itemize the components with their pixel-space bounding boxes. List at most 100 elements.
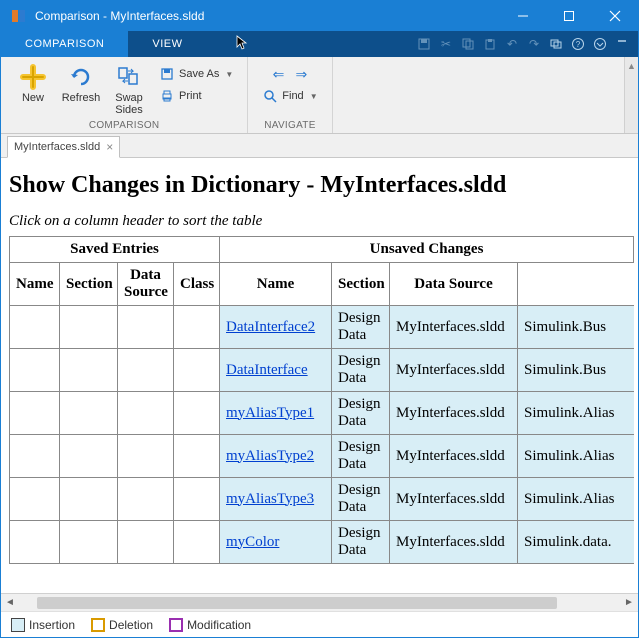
col-source-left[interactable]: Data Source: [118, 263, 174, 306]
scroll-left-icon[interactable]: ◄: [1, 597, 19, 608]
cell-name-right: myAliasType3: [220, 478, 332, 521]
legend-deletion: Deletion: [91, 618, 153, 632]
cell-source-left: [118, 478, 174, 521]
qa-paste-icon[interactable]: [480, 34, 500, 54]
cell-class-left: [174, 349, 220, 392]
entry-link[interactable]: myAliasType3: [226, 491, 314, 507]
swap-sides-button[interactable]: Swap Sides: [107, 61, 151, 118]
window-controls: [500, 1, 638, 31]
entry-link[interactable]: myColor: [226, 534, 279, 550]
qa-redo-icon[interactable]: ↷: [524, 34, 544, 54]
document-tab-label: MyInterfaces.sldd: [14, 141, 100, 153]
qa-help-icon[interactable]: ?: [568, 34, 588, 54]
ribbon-collapse-handle[interactable]: ▲: [624, 57, 638, 133]
entry-link[interactable]: myAliasType1: [226, 405, 314, 421]
cell-source-left: [118, 392, 174, 435]
cell-section-left: [60, 521, 118, 564]
cell-source-right: MyInterfaces.sldd: [390, 435, 518, 478]
tab-view[interactable]: VIEW: [128, 31, 206, 57]
cursor-icon: [236, 35, 248, 54]
cell-source-right: MyInterfaces.sldd: [390, 478, 518, 521]
cell-section-right: Design Data: [332, 349, 390, 392]
ribbon: New Refresh Swap Sides Save As▼: [1, 57, 638, 134]
cell-section-left: [60, 349, 118, 392]
table-row: myAliasType3 Design DataMyInterfaces.sldd…: [10, 478, 634, 521]
col-section-right[interactable]: Section: [332, 263, 390, 306]
cell-section-right: Design Data: [332, 306, 390, 349]
chevron-down-icon: ▼: [225, 70, 233, 79]
cell-class-right: Simulink.Alias: [518, 435, 634, 478]
col-group-saved[interactable]: Saved Entries: [10, 237, 220, 263]
cell-name-right: DataInterface: [220, 349, 332, 392]
col-name-left[interactable]: Name: [10, 263, 60, 306]
col-source-right[interactable]: Data Source: [390, 263, 518, 306]
svg-text:?: ?: [576, 40, 581, 49]
cell-class-left: [174, 392, 220, 435]
cell-source-right: MyInterfaces.sldd: [390, 306, 518, 349]
cell-source-right: MyInterfaces.sldd: [390, 521, 518, 564]
qa-more-icon[interactable]: [590, 34, 610, 54]
qa-undo-icon[interactable]: ↶: [502, 34, 522, 54]
col-group-unsaved[interactable]: Unsaved Changes: [220, 237, 634, 263]
maximize-button[interactable]: [546, 1, 592, 31]
qa-windows-icon[interactable]: [546, 34, 566, 54]
cell-section-right: Design Data: [332, 478, 390, 521]
arrow-left-icon[interactable]: ⇐: [273, 66, 285, 83]
print-button[interactable]: Print: [155, 85, 237, 107]
swatch-deletion: [91, 618, 105, 632]
col-section-left[interactable]: Section: [60, 263, 118, 306]
new-button[interactable]: New: [11, 61, 55, 107]
col-class-left[interactable]: Class: [174, 263, 220, 306]
save-icon: [159, 66, 175, 82]
horizontal-scrollbar[interactable]: ◄ ►: [1, 593, 638, 611]
cell-source-right: MyInterfaces.sldd: [390, 349, 518, 392]
save-as-button[interactable]: Save As▼: [155, 63, 237, 85]
cell-class-left: [174, 306, 220, 349]
cell-section-right: Design Data: [332, 435, 390, 478]
table-row: DataInterface Design DataMyInterfaces.sld…: [10, 349, 634, 392]
qa-minimize-ribbon-icon[interactable]: [612, 34, 632, 54]
cell-name-left: [10, 478, 60, 521]
tab-comparison[interactable]: COMPARISON: [1, 31, 128, 57]
ribbon-group-label: NAVIGATE: [258, 118, 321, 131]
legend-insertion: Insertion: [11, 618, 75, 632]
refresh-icon: [67, 63, 95, 91]
col-name-right[interactable]: Name: [220, 263, 332, 306]
qa-save-icon[interactable]: [414, 34, 434, 54]
cell-name-left: [10, 392, 60, 435]
legend: Insertion Deletion Modification: [1, 611, 638, 637]
scroll-right-icon[interactable]: ►: [620, 597, 638, 608]
swatch-modification: [169, 618, 183, 632]
qa-copy-icon[interactable]: [458, 34, 478, 54]
toolstrip-tabs: COMPARISON VIEW ✂ ↶ ↷ ?: [1, 31, 638, 57]
cell-name-right: DataInterface2: [220, 306, 332, 349]
cell-class-left: [174, 521, 220, 564]
minimize-button[interactable]: [500, 1, 546, 31]
qa-cut-icon[interactable]: ✂: [436, 34, 456, 54]
cell-class-right: Simulink.Bus: [518, 349, 634, 392]
quick-access-toolbar: ✂ ↶ ↷ ?: [414, 31, 638, 57]
scrollbar-thumb[interactable]: [37, 597, 557, 609]
refresh-button[interactable]: Refresh: [59, 61, 103, 107]
cell-name-right: myAliasType2: [220, 435, 332, 478]
cell-section-left: [60, 306, 118, 349]
nav-prev-next: ⇐ ⇒: [258, 63, 321, 85]
find-button[interactable]: Find▼: [258, 85, 321, 107]
sort-hint: Click on a column header to sort the tab…: [9, 213, 630, 230]
close-button[interactable]: [592, 1, 638, 31]
cell-section-left: [60, 478, 118, 521]
entry-link[interactable]: myAliasType2: [226, 448, 314, 464]
arrow-right-icon[interactable]: ⇒: [295, 66, 307, 83]
table-row: myAliasType2 Design DataMyInterfaces.sldd…: [10, 435, 634, 478]
entry-link[interactable]: DataInterface: [226, 362, 308, 378]
close-icon[interactable]: ×: [106, 140, 113, 154]
print-icon: [159, 88, 175, 104]
legend-modification: Modification: [169, 618, 251, 632]
document-tab[interactable]: MyInterfaces.sldd ×: [7, 136, 120, 158]
comparison-table: Saved Entries Unsaved Changes Name Secti…: [9, 236, 634, 564]
document-tab-row: MyInterfaces.sldd ×: [1, 134, 638, 158]
entry-link[interactable]: DataInterface2: [226, 319, 315, 335]
swap-icon: [115, 63, 143, 91]
cell-name-right: myColor: [220, 521, 332, 564]
swatch-insertion: [11, 618, 25, 632]
